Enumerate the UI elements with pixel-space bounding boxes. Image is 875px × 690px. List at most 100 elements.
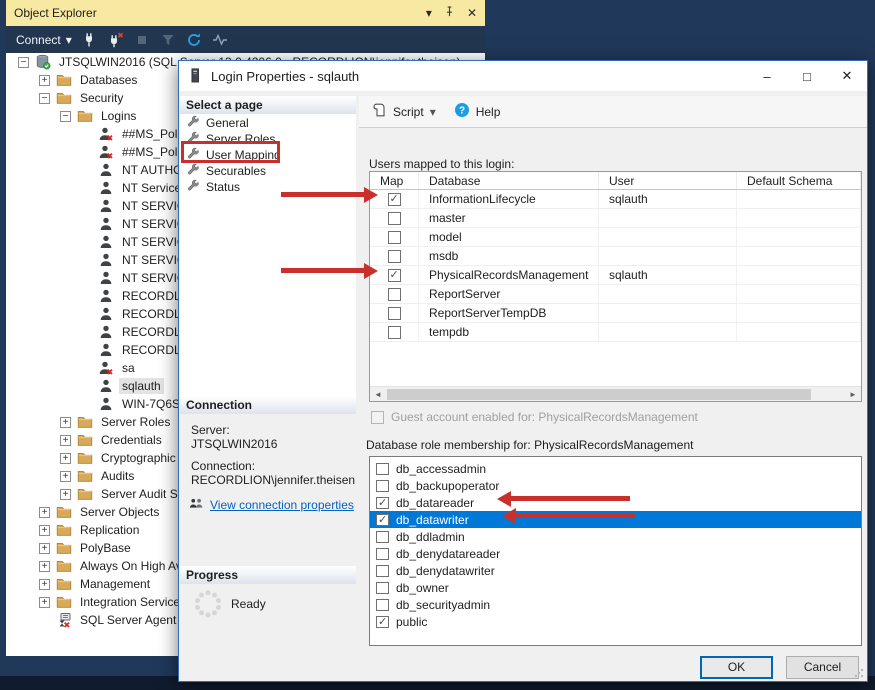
scrollbar-thumb[interactable] [387, 389, 811, 400]
role-item-db_denydatareader[interactable]: db_denydatareader [370, 545, 861, 562]
role-item-db_owner[interactable]: db_owner [370, 579, 861, 596]
resize-grip[interactable] [854, 668, 864, 678]
page-item-label: Status [206, 180, 240, 194]
cell-default-schema[interactable] [737, 228, 861, 246]
map-checkbox[interactable] [388, 231, 401, 244]
script-dropdown-icon[interactable]: ▾ [430, 105, 436, 119]
table-row-tempdb[interactable]: tempdb [370, 323, 861, 342]
role-item-db_denydatawriter[interactable]: db_denydatawriter [370, 562, 861, 579]
script-button[interactable]: Script ▾ [371, 102, 436, 121]
tree-expander-icon[interactable]: + [39, 543, 50, 554]
tree-expander-icon[interactable]: + [39, 507, 50, 518]
cell-user[interactable] [599, 247, 737, 265]
cell-default-schema[interactable] [737, 190, 861, 208]
table-row-model[interactable]: model [370, 228, 861, 247]
table-row-PhysicalRecordsManagement[interactable]: PhysicalRecordsManagementsqlauth [370, 266, 861, 285]
cell-user[interactable] [599, 209, 737, 227]
page-item-securables[interactable]: Securables [180, 163, 356, 179]
tree-item-label: Audits [98, 468, 137, 484]
tree-expander-icon[interactable]: + [60, 471, 71, 482]
cell-database: PhysicalRecordsManagement [419, 266, 599, 284]
activity-monitor-icon[interactable] [212, 32, 228, 48]
map-checkbox[interactable] [388, 326, 401, 339]
cell-default-schema[interactable] [737, 247, 861, 265]
page-item-label: Securables [206, 164, 266, 178]
tree-expander-icon[interactable]: + [39, 579, 50, 590]
tree-expander-icon[interactable]: + [39, 597, 50, 608]
role-item-public[interactable]: public [370, 613, 861, 630]
tree-expander-icon[interactable]: − [18, 57, 29, 68]
tree-expander-icon[interactable]: − [60, 111, 71, 122]
connect-object-icon[interactable] [82, 32, 98, 48]
cell-user[interactable] [599, 228, 737, 246]
cell-default-schema[interactable] [737, 285, 861, 303]
tree-expander-icon[interactable]: + [60, 453, 71, 464]
scroll-left-icon[interactable]: ◄ [370, 390, 386, 399]
cell-default-schema[interactable] [737, 209, 861, 227]
column-header-database: Database [419, 172, 599, 189]
role-item-db_securityadmin[interactable]: db_securityadmin [370, 596, 861, 613]
tree-expander-icon[interactable]: + [60, 435, 71, 446]
role-checkbox[interactable] [376, 463, 389, 475]
table-row-msdb[interactable]: msdb [370, 247, 861, 266]
cell-user[interactable]: sqlauth [599, 266, 737, 284]
cell-default-schema[interactable] [737, 323, 861, 341]
tree-expander-icon[interactable]: + [39, 561, 50, 572]
role-checkbox[interactable] [376, 531, 389, 543]
map-checkbox[interactable] [388, 193, 401, 206]
map-checkbox[interactable] [388, 288, 401, 301]
tree-expander-icon[interactable]: + [39, 525, 50, 536]
table-row-master[interactable]: master [370, 209, 861, 228]
tree-expander-icon[interactable]: + [60, 489, 71, 500]
role-checkbox[interactable] [376, 497, 389, 509]
table-row-ReportServer[interactable]: ReportServer [370, 285, 861, 304]
role-checkbox[interactable] [376, 582, 389, 594]
user-icon [98, 216, 114, 232]
help-button[interactable]: ? Help [454, 102, 501, 121]
map-checkbox[interactable] [388, 250, 401, 263]
table-row-InformationLifecycle[interactable]: InformationLifecyclesqlauth [370, 190, 861, 209]
wrench-icon [187, 179, 206, 195]
close-button[interactable]: ✕ [827, 62, 867, 91]
role-item-db_ddladmin[interactable]: db_ddladmin [370, 528, 861, 545]
horizontal-scrollbar[interactable]: ◄ ► [370, 386, 861, 401]
cell-default-schema[interactable] [737, 304, 861, 322]
map-checkbox[interactable] [388, 269, 401, 282]
refresh-icon[interactable] [186, 32, 202, 48]
cell-user[interactable] [599, 323, 737, 341]
cell-database: ReportServerTempDB [419, 304, 599, 322]
page-item-general[interactable]: General [180, 115, 356, 131]
cell-database: msdb [419, 247, 599, 265]
connection-properties-icon [189, 497, 204, 513]
cell-default-schema[interactable] [737, 266, 861, 284]
scroll-right-icon[interactable]: ► [845, 390, 861, 399]
map-checkbox[interactable] [388, 307, 401, 320]
role-item-db_accessadmin[interactable]: db_accessadmin [370, 460, 861, 477]
dialog-titlebar[interactable]: Login Properties - sqlauth – □ ✕ [179, 61, 867, 91]
window-position-chevron-icon[interactable]: ▾ [426, 6, 432, 20]
cancel-button[interactable]: Cancel [786, 656, 859, 679]
role-checkbox[interactable] [376, 480, 389, 492]
tree-expander-icon[interactable]: + [60, 417, 71, 428]
disconnect-object-icon[interactable] [108, 32, 124, 48]
pin-icon[interactable] [444, 6, 455, 20]
role-checkbox[interactable] [376, 514, 389, 526]
user-icon [98, 180, 114, 196]
view-connection-properties-link[interactable]: View connection properties [210, 498, 354, 512]
tree-expander-icon[interactable]: − [39, 93, 50, 104]
role-checkbox[interactable] [376, 548, 389, 560]
close-panel-icon[interactable]: ✕ [467, 6, 477, 20]
cell-user[interactable] [599, 285, 737, 303]
role-checkbox[interactable] [376, 599, 389, 611]
ok-button[interactable]: OK [700, 656, 773, 679]
maximize-button[interactable]: □ [787, 62, 827, 91]
role-checkbox[interactable] [376, 616, 389, 628]
role-checkbox[interactable] [376, 565, 389, 577]
minimize-button[interactable]: – [747, 62, 787, 91]
connect-dropdown[interactable]: Connect ▾ [16, 33, 72, 47]
table-row-ReportServerTempDB[interactable]: ReportServerTempDB [370, 304, 861, 323]
map-checkbox[interactable] [388, 212, 401, 225]
tree-expander-icon[interactable]: + [39, 75, 50, 86]
cell-user[interactable] [599, 304, 737, 322]
cell-user[interactable]: sqlauth [599, 190, 737, 208]
